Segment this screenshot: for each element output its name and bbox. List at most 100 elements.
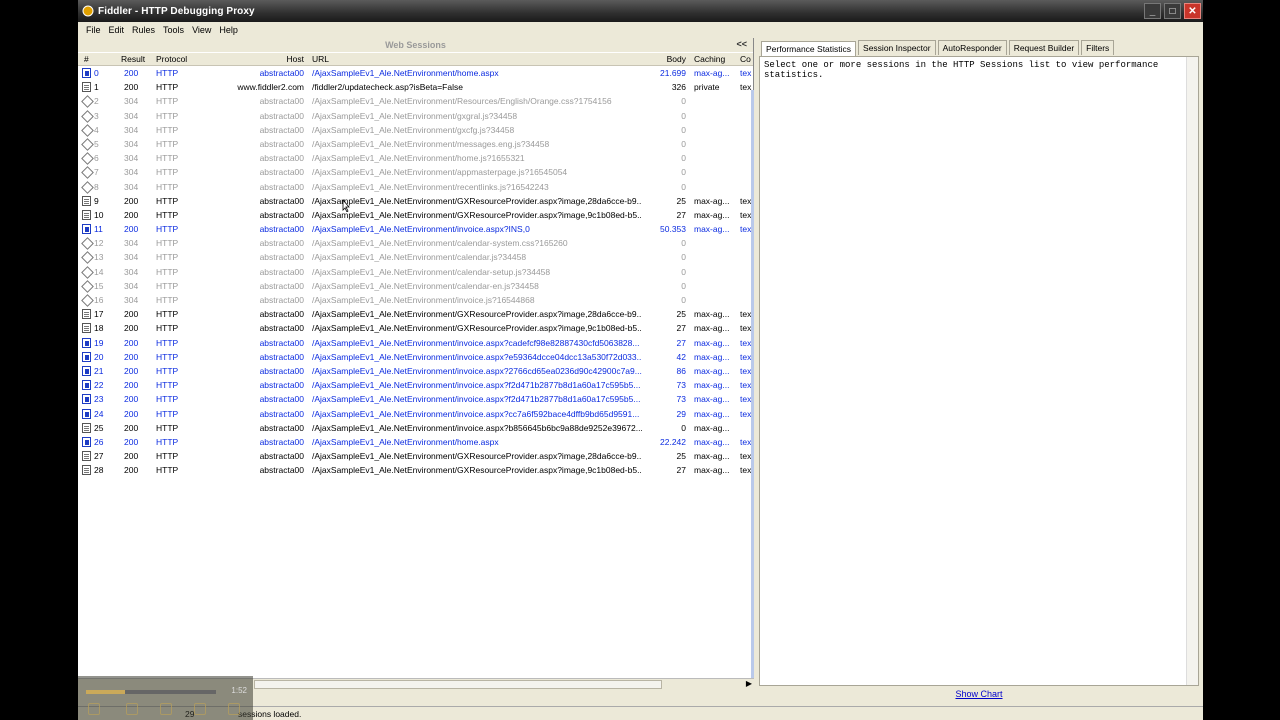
column-header-num[interactable]: #	[84, 54, 89, 64]
session-row[interactable]: 17 200 HTTP abstracta00/AjaxSampleEv1_Ale.N…	[78, 307, 753, 321]
session-result: 200	[124, 394, 139, 405]
show-chart-link[interactable]: Show Chart	[759, 689, 1199, 699]
html-document-icon	[82, 394, 91, 405]
menu-edit[interactable]: Edit	[105, 25, 129, 35]
session-row[interactable]: 12 304 HTTP abstracta00/AjaxSampleEv1_Ale.N…	[78, 236, 753, 250]
session-num: 26	[94, 436, 104, 447]
session-url: /AjaxSampleEv1_Ale.NetEnvironment/GXReso…	[312, 465, 642, 476]
panel-splitter[interactable]	[751, 90, 754, 690]
session-row[interactable]: 26 200 HTTP abstracta00/AjaxSampleEv1_Ale.N…	[78, 435, 753, 449]
session-url: /fiddler2/updatecheck.asp?isBeta=False	[312, 82, 463, 93]
session-url: /AjaxSampleEv1_Ale.NetEnvironment/home.j…	[312, 153, 525, 164]
collapse-button[interactable]: <<	[736, 39, 747, 49]
settings-icon[interactable]	[228, 703, 240, 715]
document-icon	[82, 209, 91, 220]
session-result: 304	[124, 167, 139, 178]
session-content-type: tex	[740, 323, 752, 334]
session-row[interactable]: 11 200 HTTP abstracta00/AjaxSampleEv1_Ale.N…	[78, 222, 753, 236]
session-row[interactable]: 21 200 HTTP abstracta00/AjaxSampleEv1_Ale.N…	[78, 364, 753, 378]
session-row[interactable]: 28 200 HTTP abstracta00/AjaxSampleEv1_Ale.N…	[78, 463, 753, 477]
session-result: 200	[124, 465, 139, 476]
session-num: 0	[94, 68, 99, 78]
menu-file[interactable]: File	[82, 25, 105, 35]
session-row[interactable]: 19 200 HTTP abstracta00/AjaxSampleEv1_Ale.N…	[78, 336, 753, 350]
session-content-type: tex	[740, 436, 752, 447]
session-host: abstracta00	[259, 337, 304, 348]
session-body: 27	[676, 209, 686, 220]
session-row[interactable]: 20 200 HTTP abstracta00/AjaxSampleEv1_Ale.N…	[78, 350, 753, 364]
stop-icon[interactable]	[160, 703, 172, 715]
session-row[interactable]: 5 304 HTTP abstracta00/AjaxSampleEv1_Ale.Ne…	[78, 137, 753, 151]
session-host: abstracta00	[259, 451, 304, 462]
tab-performance-statistics[interactable]: Performance Statistics	[761, 41, 857, 56]
session-row[interactable]: 10 200 HTTP abstracta00/AjaxSampleEv1_Ale.N…	[78, 208, 753, 222]
session-num: 20	[94, 351, 104, 362]
rewind-icon[interactable]	[194, 703, 206, 715]
session-row[interactable]: 7 304 HTTP abstracta00/AjaxSampleEv1_Ale.Ne…	[78, 165, 753, 179]
session-protocol: HTTP	[156, 167, 179, 178]
session-num: 24	[94, 408, 104, 419]
window-controls: _ □ ✕	[1144, 3, 1201, 19]
scroll-right-arrow-icon[interactable]: ▶	[746, 679, 752, 688]
session-body: 25	[676, 451, 686, 462]
session-row[interactable]: 6 304 HTTP abstracta00/AjaxSampleEv1_Ale.Ne…	[78, 151, 753, 165]
session-row[interactable]: 1 200 HTTP www.fiddler2.com/fiddler2/update…	[78, 80, 753, 94]
session-row[interactable]: 27 200 HTTP abstracta00/AjaxSampleEv1_Ale.N…	[78, 449, 753, 463]
session-row[interactable]: 4 304 HTTP abstracta00/AjaxSampleEv1_Ale.Ne…	[78, 123, 753, 137]
session-host: abstracta00	[259, 351, 304, 362]
session-row[interactable]: 14 304 HTTP abstracta00/AjaxSampleEv1_Ale.N…	[78, 265, 753, 279]
session-caching: max-ag...	[694, 224, 730, 235]
session-row[interactable]: 13 304 HTTP abstracta00/AjaxSampleEv1_Ale.N…	[78, 250, 753, 264]
session-row[interactable]: 15 304 HTTP abstracta00/AjaxSampleEv1_Ale.N…	[78, 279, 753, 293]
session-row[interactable]: 22 200 HTTP abstracta00/AjaxSampleEv1_Ale.N…	[78, 378, 753, 392]
session-protocol: HTTP	[156, 465, 179, 476]
session-url: /AjaxSampleEv1_Ale.NetEnvironment/GXReso…	[312, 195, 642, 206]
media-progress-bar[interactable]	[86, 690, 216, 694]
session-body: 73	[676, 380, 686, 391]
column-header-host[interactable]: Host	[208, 54, 304, 64]
html-document-icon	[82, 224, 91, 235]
session-row[interactable]: 24 200 HTTP abstracta00/AjaxSampleEv1_Ale.N…	[78, 407, 753, 421]
session-result: 200	[124, 195, 139, 206]
menu-view[interactable]: View	[188, 25, 215, 35]
session-content-type: tex	[740, 337, 752, 348]
tab-request-builder[interactable]: Request Builder	[1008, 40, 1080, 55]
maximize-button[interactable]: □	[1164, 3, 1181, 19]
menu-rules[interactable]: Rules	[128, 25, 159, 35]
session-host: abstracta00	[259, 68, 304, 78]
session-row[interactable]: 9 200 HTTP abstracta00/AjaxSampleEv1_Ale.Ne…	[78, 194, 753, 208]
session-row[interactable]: 25 200 HTTP abstracta00/AjaxSampleEv1_Ale.N…	[78, 421, 753, 435]
column-header-protocol[interactable]: Protocol	[156, 54, 187, 64]
column-header-url[interactable]: URL	[312, 54, 642, 64]
document-icon	[82, 309, 91, 320]
close-button[interactable]: ✕	[1184, 3, 1201, 19]
session-content-type: tex	[740, 380, 752, 391]
session-row[interactable]: 8 304 HTTP abstracta00/AjaxSampleEv1_Ale.Ne…	[78, 180, 753, 194]
capture-icon[interactable]	[88, 703, 100, 715]
session-num: 12	[94, 238, 104, 249]
menu-help[interactable]: Help	[215, 25, 242, 35]
vertical-scrollbar[interactable]	[1186, 57, 1198, 685]
session-num: 25	[94, 422, 104, 433]
menu-tools[interactable]: Tools	[159, 25, 188, 35]
session-row[interactable]: 18 200 HTTP abstracta00/AjaxSampleEv1_Ale.N…	[78, 321, 753, 335]
tab-filters[interactable]: Filters	[1081, 40, 1115, 55]
scrollbar-thumb[interactable]	[254, 680, 662, 689]
column-header-caching[interactable]: Caching	[694, 54, 725, 64]
session-protocol: HTTP	[156, 238, 179, 249]
session-row[interactable]: 16 304 HTTP abstracta00/AjaxSampleEv1_Ale.N…	[78, 293, 753, 307]
column-header-content-type[interactable]: Co	[740, 54, 751, 64]
column-header-row: # Result Protocol Host URL Body Caching …	[78, 52, 753, 66]
column-header-result[interactable]: Result	[121, 54, 145, 64]
session-row[interactable]: 0 200 HTTP abstracta00/AjaxSampleEv1_Ale.Ne…	[78, 66, 753, 80]
session-body: 22.242	[660, 436, 686, 447]
tab-autoresponder[interactable]: AutoResponder	[937, 40, 1007, 55]
session-row[interactable]: 23 200 HTTP abstracta00/AjaxSampleEv1_Ale.N…	[78, 392, 753, 406]
tab-session-inspector[interactable]: Session Inspector	[858, 40, 936, 55]
column-header-body[interactable]: Body	[642, 54, 686, 64]
pause-icon[interactable]	[126, 703, 138, 715]
session-protocol: HTTP	[156, 266, 179, 277]
minimize-button[interactable]: _	[1144, 3, 1161, 19]
session-row[interactable]: 3 304 HTTP abstracta00/AjaxSampleEv1_Ale.Ne…	[78, 109, 753, 123]
session-row[interactable]: 2 304 HTTP abstracta00/AjaxSampleEv1_Ale.Ne…	[78, 94, 753, 108]
